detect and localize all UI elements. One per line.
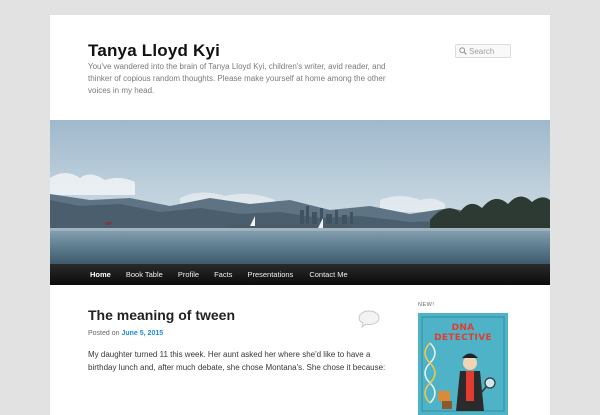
search-box[interactable]: Search (455, 44, 511, 58)
comment-bubble-icon[interactable] (358, 310, 380, 328)
nav-item-facts[interactable]: Facts (214, 264, 232, 285)
header-banner-image (50, 120, 550, 264)
post-title[interactable]: The meaning of tween (88, 307, 235, 323)
site-title[interactable]: Tanya Lloyd Kyi (88, 41, 220, 61)
nav-item-book-table[interactable]: Book Table (126, 264, 163, 285)
nav-item-profile[interactable]: Profile (178, 264, 199, 285)
post-meta: Posted on June 5, 2015 (88, 330, 163, 337)
nav-item-home[interactable]: Home (90, 264, 111, 285)
nav-item-contact-me[interactable]: Contact Me (309, 264, 347, 285)
site-description: You've wandered into the brain of Tanya … (88, 62, 386, 95)
posted-prefix: Posted on (88, 330, 120, 337)
main-navigation: Home Book Table Profile Facts Presentati… (50, 264, 550, 285)
post-excerpt: My daughter turned 11 this week. Her aun… (88, 350, 386, 372)
search-icon (459, 47, 467, 55)
post-date-link[interactable]: June 5, 2015 (121, 330, 163, 337)
book-cover-title: DNA DETECTIVE (434, 323, 492, 343)
nav-item-presentations[interactable]: Presentations (247, 264, 293, 285)
sidebar-new-label: NEW! (418, 302, 435, 308)
search-input[interactable]: Search (469, 46, 494, 57)
page: Tanya Lloyd Kyi You've wandered into the… (50, 15, 550, 415)
